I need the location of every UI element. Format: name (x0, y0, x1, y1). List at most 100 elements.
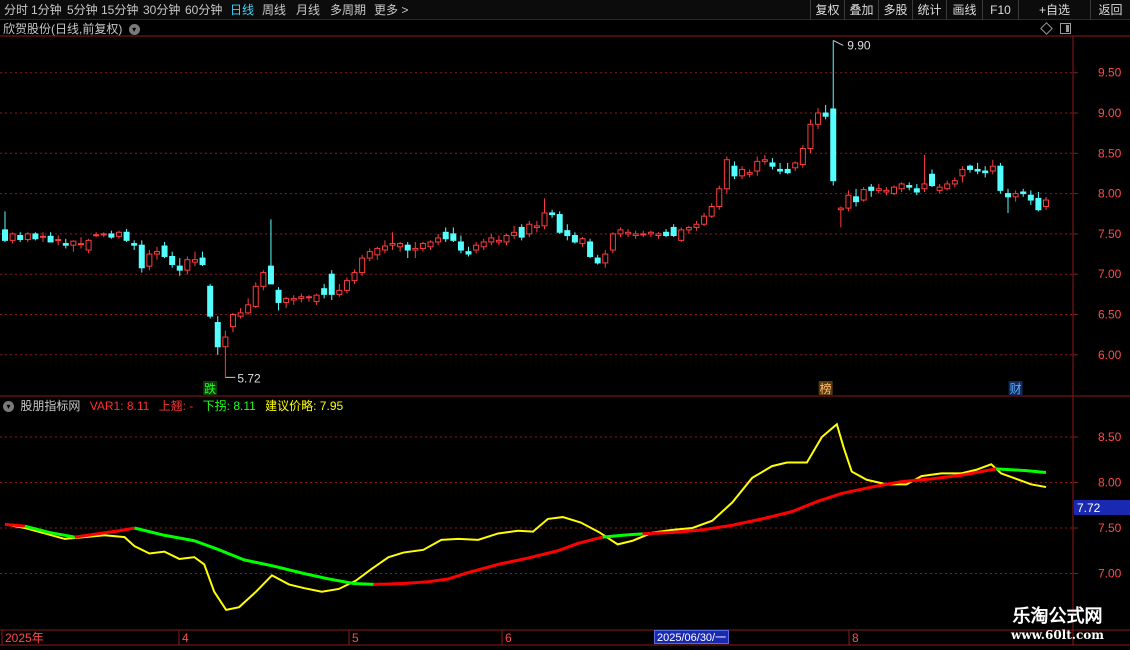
candle-body (100, 233, 107, 236)
candle-body (974, 168, 981, 172)
candle-body (822, 112, 829, 117)
candle-body (381, 245, 388, 251)
candle-body (594, 257, 601, 264)
x-axis-label: 8 (852, 631, 859, 645)
chevron-down-icon[interactable]: ▾ (128, 24, 140, 36)
candle-body (951, 180, 958, 185)
down-value: 下拐: 8.11 (202, 399, 256, 413)
current-value-badge: 7.72 (1077, 501, 1101, 515)
candle-body (131, 243, 138, 246)
candle-body (184, 259, 191, 271)
indicator-tick-label: 7.00 (1098, 567, 1122, 581)
candle-body (868, 186, 875, 191)
candle-body (222, 336, 229, 348)
x-axis-label: 4 (182, 631, 189, 645)
var1-trend-line (4, 522, 26, 528)
var1-trend-line (134, 526, 374, 586)
candle-body (123, 231, 130, 241)
candle-body (480, 241, 487, 248)
candle-body (640, 233, 647, 236)
candle-body (503, 235, 510, 243)
chevron-down-icon[interactable]: ▾ (3, 401, 14, 413)
candle-body (1035, 197, 1042, 211)
candle-body (1020, 191, 1027, 195)
x-axis-label: 6 (505, 631, 512, 645)
low-price-annotation: 5.72 (237, 371, 261, 385)
candle-body (9, 233, 16, 241)
candle-body (77, 243, 84, 246)
candle-body (260, 272, 267, 287)
price-tick-label: 7.50 (1098, 227, 1122, 241)
cursor-date-badge: 2025/06/30/一 (654, 630, 730, 644)
candle-body (815, 112, 822, 125)
candle-body (488, 237, 495, 243)
candle-body (929, 173, 936, 187)
indicator-tick-label: 8.00 (1098, 476, 1122, 490)
indicator-layer (4, 422, 1047, 612)
x-axis-label: 2025年 (5, 631, 44, 645)
candle-body (495, 239, 502, 243)
candle-body (427, 241, 434, 248)
candle-body (321, 288, 328, 295)
candle-body (754, 160, 761, 172)
marker-fall[interactable]: 跌 (204, 381, 216, 396)
candle-body (389, 243, 396, 246)
candle-body (32, 233, 39, 240)
price-tick-label: 7.00 (1098, 267, 1122, 281)
candle-body (404, 244, 411, 251)
candle-body (685, 226, 692, 231)
candle-body (693, 223, 700, 228)
candle-body (989, 165, 996, 172)
candle-body (207, 285, 214, 317)
candle-body (39, 235, 46, 238)
advice-value: 建议价略: 7.95 (265, 399, 344, 413)
candle-body (146, 253, 153, 267)
candle-body (511, 231, 518, 237)
up-value: 上翘: - (158, 399, 194, 413)
candle-body (739, 168, 746, 177)
candle-body (609, 233, 616, 251)
candle-body (549, 212, 556, 216)
panel-toggle-icon[interactable] (1060, 23, 1071, 34)
candle-body (761, 159, 768, 162)
var1-trend-line (996, 467, 1047, 474)
candle-body (708, 205, 715, 217)
candle-body (799, 147, 806, 166)
candle-body (807, 123, 814, 149)
candle-body (108, 233, 115, 238)
candle-body (419, 243, 426, 249)
price-tick-label: 9.00 (1098, 106, 1122, 120)
watermark-title: 乐淘公式网 (1012, 606, 1103, 627)
candle-body (784, 168, 791, 174)
indicator-tick-label: 7.50 (1098, 521, 1122, 535)
candle-body (678, 229, 685, 241)
candle-body (883, 189, 890, 193)
candle-body (359, 257, 366, 274)
advice-price-line (4, 422, 1047, 612)
indicator-name[interactable]: 股朋指标网 (20, 399, 80, 413)
candle-body (701, 215, 708, 225)
candle-body (62, 243, 69, 246)
indicator-header: ▾ 股朋指标网 VAR1: 8.11 上翘: - 下拐: 8.11 建议价略: … (3, 398, 349, 414)
candle-body (153, 251, 160, 255)
high-price-annotation: 9.90 (847, 38, 871, 52)
candle-body (982, 170, 989, 174)
candle-body (229, 314, 236, 328)
candle-body (351, 272, 358, 282)
kline-chart[interactable]: 9.50 9.00 8.50 8.00 7.50 7.00 6.50 6.00 … (0, 0, 1130, 650)
candle-body (473, 244, 480, 251)
candle-body (571, 235, 578, 243)
candle-body (792, 162, 799, 169)
candle-body (457, 241, 464, 251)
candle-body (24, 233, 31, 241)
candle-body (602, 253, 609, 264)
candle-body (267, 265, 274, 285)
candle-body (85, 239, 92, 251)
candle-body (191, 259, 198, 263)
candle-body (837, 207, 844, 211)
candle-body (944, 183, 951, 190)
candle-body (655, 233, 662, 237)
marker-finance[interactable]: 财 (1010, 382, 1022, 396)
candle-body (541, 212, 548, 227)
marker-rank[interactable]: 榜 (820, 381, 832, 396)
